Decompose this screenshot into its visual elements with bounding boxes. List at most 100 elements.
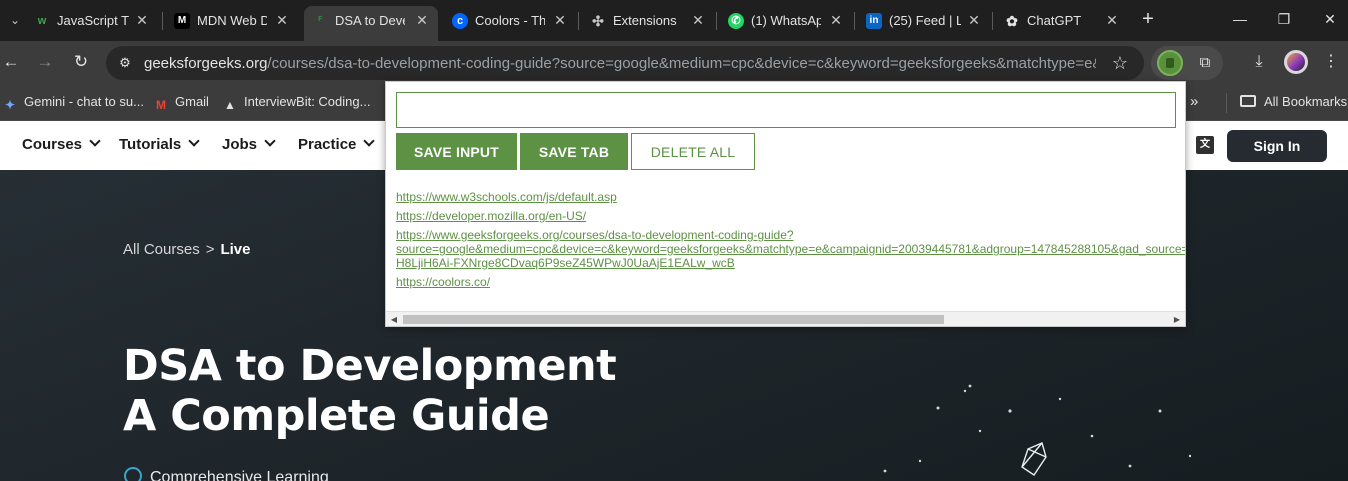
feature-label: Comprehensive Learning — [150, 469, 329, 481]
saved-link[interactable]: https://coolors.co/ — [396, 275, 1185, 289]
mdn-icon: M — [174, 13, 190, 29]
page-title: DSA to Development A Complete Guide — [123, 341, 617, 441]
bookmark-label: InterviewBit: Coding... — [244, 94, 371, 109]
forward-arrow-icon[interactable]: → — [34, 51, 56, 73]
gfg-icon: ꟳ — [318, 15, 322, 27]
site-info-icon[interactable]: ⚙ — [116, 54, 134, 72]
tab-dsa-to-development[interactable]: ꟳ DSA to Deve ✕ — [304, 6, 438, 41]
scroll-left-arrow-icon[interactable]: ◀ — [387, 313, 401, 326]
tab-mdn-web-docs[interactable]: M MDN Web D ✕ — [166, 6, 296, 35]
page-title-line-1: DSA to Development — [123, 341, 617, 391]
extensions-area: ⧉ — [1151, 46, 1223, 80]
reload-icon[interactable]: ↻ — [70, 51, 92, 73]
more-bookmarks-chevron-icon[interactable]: » — [1190, 93, 1198, 111]
extension-popup: SAVE INPUT SAVE TAB DELETE ALL https://w… — [385, 81, 1186, 327]
chatgpt-icon: ✿ — [1006, 13, 1018, 29]
restore-button[interactable]: ❐ — [1274, 8, 1294, 30]
close-icon[interactable]: ✕ — [966, 11, 982, 29]
bookmark-star-icon[interactable]: ☆ — [1110, 53, 1130, 73]
interviewbit-icon: ▲ — [224, 98, 236, 112]
chevron-down-icon — [264, 135, 276, 147]
tab-title: Extensions — [613, 13, 677, 28]
address-bar[interactable]: ⚙ geeksforgeeks.org/courses/dsa-to-devel… — [106, 46, 1144, 80]
window-close-button[interactable]: ✕ — [1320, 8, 1340, 30]
saved-link[interactable]: https://developer.mozilla.org/en-US/ — [396, 209, 1185, 223]
close-icon[interactable]: ✕ — [134, 11, 150, 29]
tab-javascript-tutorial[interactable]: w JavaScript Tu ✕ — [26, 6, 156, 35]
coolors-icon: c — [452, 13, 468, 29]
minimize-button[interactable]: — — [1230, 8, 1250, 30]
tab-title: DSA to Deve — [335, 13, 405, 28]
close-icon[interactable]: ✕ — [828, 11, 844, 29]
more-menu-icon[interactable]: ⋮ — [1320, 51, 1342, 73]
tab-title: ChatGPT — [1027, 13, 1082, 28]
nav-courses[interactable]: Courses — [22, 135, 101, 154]
horizontal-scrollbar[interactable]: ◀ ▶ — [386, 311, 1185, 326]
scrollbar-thumb[interactable] — [403, 315, 944, 324]
link-saver-extension-icon[interactable] — [1157, 50, 1183, 76]
close-icon[interactable]: ✕ — [414, 11, 430, 29]
close-icon[interactable]: ✕ — [1104, 11, 1120, 29]
nav-label: Courses — [22, 136, 83, 153]
saved-link-line[interactable]: H8LjiH6Ai-FXNrge8CDvaq6P9seZ45WPwJ0UaAjE… — [396, 256, 1185, 270]
linkedin-icon: in — [866, 13, 882, 29]
all-bookmarks-button[interactable]: All Bookmarks — [1240, 93, 1347, 111]
tab-whatsapp[interactable]: ✆ (1) WhatsAp ✕ — [720, 6, 850, 35]
tab-extensions[interactable]: ✣ Extensions ✕ — [582, 6, 712, 35]
bookmark-gmail[interactable]: M Gmail — [153, 93, 209, 112]
bookmark-interviewbit[interactable]: ▲ InterviewBit: Coding... — [222, 93, 371, 112]
tab-title: (25) Feed | Li — [889, 13, 961, 28]
whatsapp-icon: ✆ — [728, 13, 744, 29]
breadcrumb-all-courses[interactable]: All Courses — [123, 241, 200, 258]
sign-in-button[interactable]: Sign In — [1227, 130, 1327, 162]
nav-tutorials[interactable]: Tutorials — [119, 135, 200, 154]
bookmark-gemini[interactable]: ✦ Gemini - chat to su... — [2, 93, 144, 112]
nav-label: Practice — [298, 136, 357, 153]
close-icon[interactable]: ✕ — [690, 11, 706, 29]
save-input-button[interactable]: SAVE INPUT — [396, 133, 517, 170]
tab-search-icon[interactable]: ⌄ — [6, 10, 24, 30]
tab-title: MDN Web D — [197, 13, 267, 28]
folder-icon — [1240, 95, 1256, 107]
tab-linkedin[interactable]: in (25) Feed | Li ✕ — [858, 6, 988, 35]
tab-separator — [992, 12, 993, 30]
bookmark-separator — [1226, 93, 1227, 113]
url-text[interactable]: geeksforgeeks.org/courses/dsa-to-develop… — [144, 55, 1096, 72]
tab-coolors[interactable]: c Coolors - Th ✕ — [444, 6, 574, 35]
bookmark-label: Gemini - chat to su... — [24, 94, 144, 109]
nav-label: Tutorials — [119, 136, 182, 153]
check-circle-icon — [124, 467, 142, 481]
saved-link[interactable]: https://www.w3schools.com/js/default.asp — [396, 190, 1185, 204]
delete-all-button[interactable]: DELETE ALL — [631, 133, 755, 170]
feature-item: Comprehensive Learning — [124, 467, 329, 481]
saved-link-line[interactable]: https://www.geeksforgeeks.org/courses/ds… — [396, 228, 1185, 242]
download-icon[interactable]: ⤓ — [1248, 51, 1270, 73]
tab-strip: ⌄ w JavaScript Tu ✕ M MDN Web D ✕ ꟳ DSA … — [0, 0, 1348, 41]
page-title-line-2: A Complete Guide — [123, 391, 550, 441]
profile-avatar[interactable] — [1284, 50, 1308, 74]
chevron-down-icon — [188, 135, 200, 147]
saved-links-list: https://www.w3schools.com/js/default.asp… — [396, 190, 1185, 294]
tab-separator — [716, 12, 717, 30]
breadcrumb-separator: > — [205, 241, 215, 258]
close-icon[interactable]: ✕ — [274, 11, 290, 29]
chevron-down-icon — [89, 135, 101, 147]
extensions-puzzle-icon[interactable]: ⧉ — [1195, 53, 1215, 73]
tab-chatgpt[interactable]: ✿ ChatGPT ✕ — [996, 6, 1126, 35]
decorative-network-graphic — [883, 384, 1192, 476]
scroll-right-arrow-icon[interactable]: ▶ — [1170, 313, 1184, 326]
gemini-icon: ✦ — [4, 98, 16, 112]
back-arrow-icon[interactable]: ← — [0, 51, 22, 73]
link-input[interactable] — [396, 92, 1176, 128]
nav-practice[interactable]: Practice — [298, 135, 376, 154]
tab-separator — [854, 12, 855, 30]
saved-link-line[interactable]: source=google&medium=cpc&device=c&keywor… — [396, 242, 1185, 256]
new-tab-button[interactable]: + — [1137, 8, 1159, 30]
tab-title: (1) WhatsAp — [751, 13, 821, 28]
tab-title: JavaScript Tu — [57, 13, 129, 28]
translate-icon[interactable]: 文 — [1196, 136, 1214, 154]
save-tab-button[interactable]: SAVE TAB — [520, 133, 628, 170]
close-icon[interactable]: ✕ — [552, 11, 568, 29]
nav-jobs[interactable]: Jobs — [222, 135, 276, 154]
puzzle-icon: ✣ — [592, 13, 604, 29]
